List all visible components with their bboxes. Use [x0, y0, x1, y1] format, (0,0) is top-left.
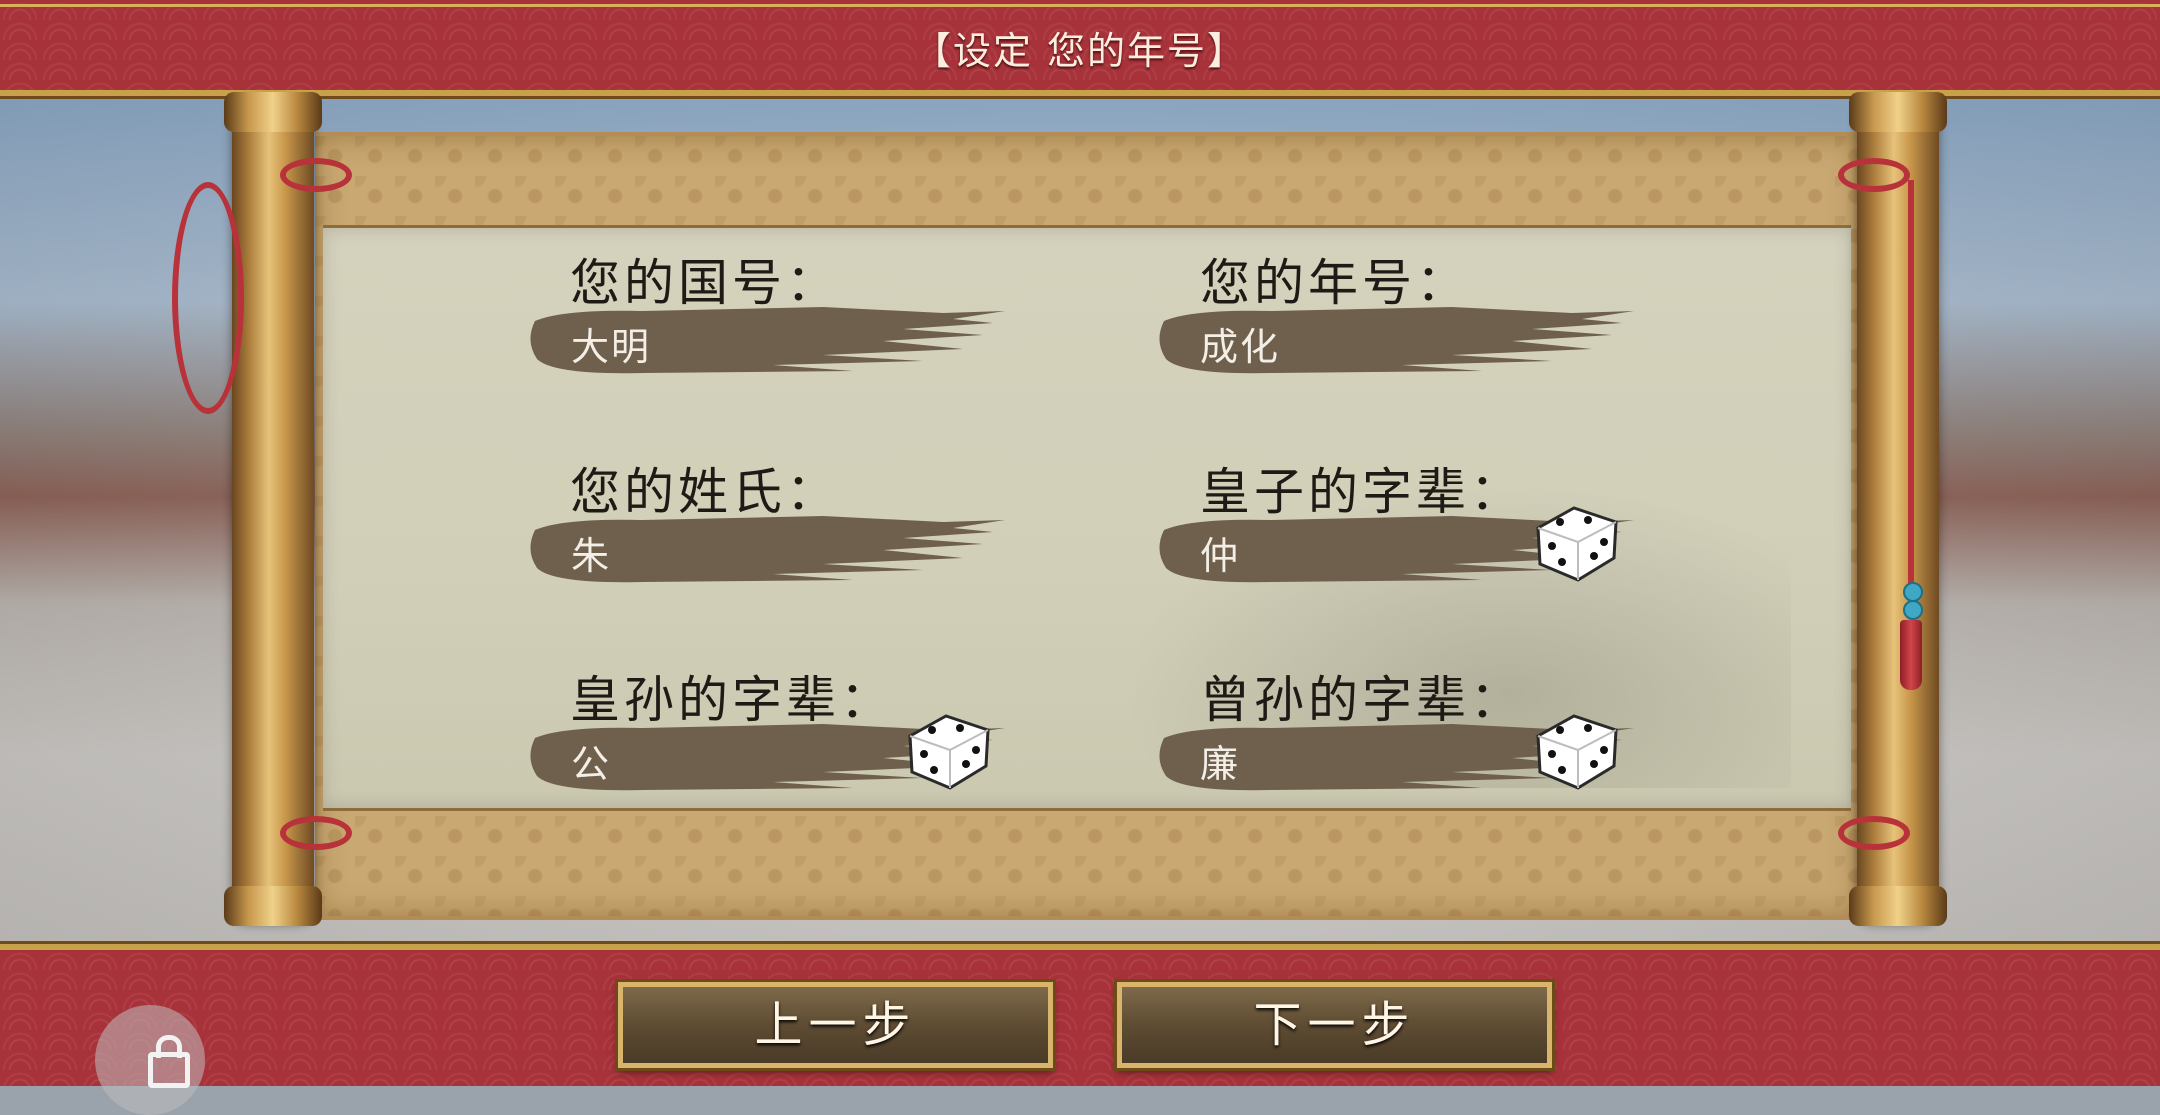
field-value-era: 成化 — [1200, 325, 1281, 369]
field-value-surname: 朱 — [571, 534, 612, 578]
tassel-bead — [1903, 600, 1923, 620]
tassel — [1900, 620, 1922, 690]
bottom-banner — [0, 944, 2160, 1086]
next-step-button[interactable]: 下一步 — [1117, 982, 1552, 1068]
field-input-country[interactable]: 大明 — [523, 303, 1008, 378]
right-cord-ring-bottom — [1838, 816, 1910, 850]
dice-icon[interactable] — [1530, 498, 1622, 584]
dice-icon[interactable] — [1530, 706, 1622, 792]
dice-icon[interactable] — [902, 706, 994, 792]
tassel-string — [1908, 180, 1914, 600]
left-cord-ring-top — [280, 158, 352, 192]
field-value-prince-generation: 仲 — [1200, 534, 1241, 578]
left-cord-ring-bottom — [280, 816, 352, 850]
page-title: 【设定 您的年号】 — [912, 29, 1248, 73]
scroll-roller-left — [224, 92, 322, 926]
scroll-roller-right — [1849, 92, 1947, 926]
prev-step-button[interactable]: 上一步 — [618, 982, 1053, 1068]
field-input-era[interactable]: 成化 — [1152, 303, 1637, 378]
field-value-grandson-generation: 公 — [571, 742, 612, 786]
field-value-country: 大明 — [571, 325, 652, 369]
field-input-surname[interactable]: 朱 — [523, 512, 1008, 587]
tassel-bead — [1903, 582, 1923, 602]
lock-icon — [148, 1035, 190, 1088]
field-value-great-grandson-generation: 廉 — [1200, 742, 1241, 786]
left-cord-loop — [172, 182, 244, 414]
right-cord-ring-top — [1838, 158, 1910, 192]
